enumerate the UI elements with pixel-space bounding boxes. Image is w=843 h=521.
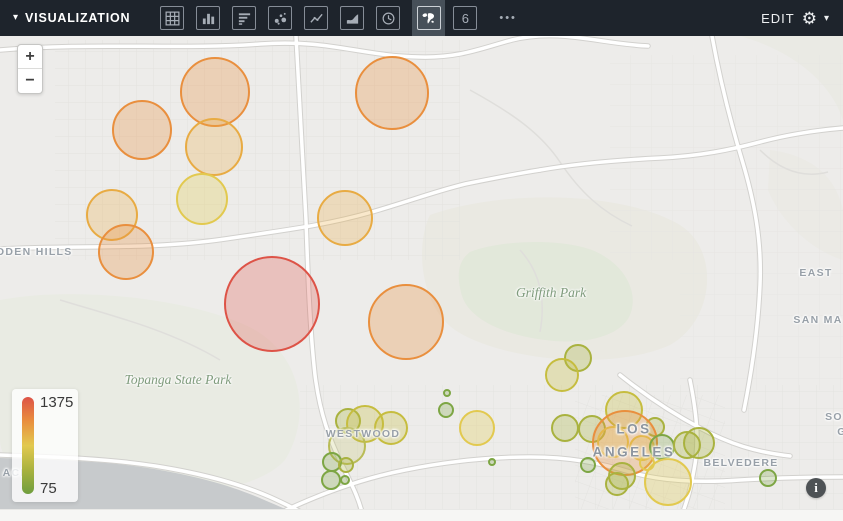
scatter-plot-icon [273,11,288,26]
zoom-control: + − [17,44,43,94]
data-table-icon [165,11,180,26]
map-legend: 1375 75 [12,389,78,502]
clock-icon [381,11,396,26]
chevron-down-icon[interactable]: ▾ [824,13,829,24]
map-bubble[interactable] [341,476,349,484]
map-bubble[interactable] [444,390,450,396]
map-bubble[interactable] [322,471,340,489]
map-tiles [0,36,843,521]
map-bubble[interactable] [99,225,153,279]
visualization-app: ▾ VISUALIZATION [0,0,843,521]
panel-title: VISUALIZATION [25,11,130,25]
viz-type-switcher: 6 ••• [160,0,517,36]
horizontal-bar-chart-button[interactable] [232,6,256,30]
line-chart-icon [309,11,324,26]
numbered-viz-label: 6 [462,11,469,26]
line-chart-button[interactable] [304,6,328,30]
numbered-viz-button[interactable]: 6 [453,6,477,30]
zoom-out-button[interactable]: − [18,69,42,93]
legend-gradient-bar [22,397,34,494]
map-bubble[interactable] [323,453,341,471]
toolbar: ▾ VISUALIZATION [0,0,843,36]
time-series-button[interactable] [376,6,400,30]
map-canvas[interactable]: HIDDEN HILLSACHWESTWOODLOSANGELESBELVEDE… [0,36,843,521]
more-viz-button[interactable]: ••• [499,12,517,24]
map-bubble[interactable] [113,101,171,159]
zoom-in-button[interactable]: + [18,45,42,69]
map-bubble[interactable] [439,403,453,417]
map-bubble[interactable] [181,58,249,126]
map-bubble[interactable] [546,359,578,391]
legend-max-value: 1375 [40,394,73,411]
map-bubble[interactable] [177,174,227,224]
legend-min-value: 75 [40,480,57,497]
visualization-panel-toggle[interactable]: ▾ VISUALIZATION [0,11,130,25]
map-bubble[interactable] [581,458,595,472]
scatter-plot-button[interactable] [268,6,292,30]
map-bubble[interactable] [760,470,776,486]
gear-icon[interactable]: ⚙ [802,10,817,27]
collapse-caret-icon: ▾ [13,13,18,23]
vertical-bar-chart-icon [201,11,216,26]
vertical-bar-chart-button[interactable] [196,6,220,30]
map-bubble[interactable] [225,257,319,351]
tile-map-button-selected[interactable] [412,0,445,36]
edit-button[interactable]: EDIT [761,11,795,26]
area-chart-button[interactable] [340,6,364,30]
horizontal-bar-chart-icon [237,11,252,26]
map-bubble[interactable] [339,458,353,472]
map-bubble[interactable] [356,57,428,129]
map-bubble[interactable] [684,428,714,458]
map-bubble[interactable] [186,119,242,175]
toolbar-right: EDIT ⚙ ▾ [761,10,843,27]
data-table-button[interactable] [160,6,184,30]
tile-map-icon [421,11,436,26]
area-chart-icon [345,11,360,26]
map-bubble[interactable] [375,412,407,444]
map-bubble[interactable] [369,285,443,359]
map-bubble[interactable] [606,473,628,495]
attribution-info-button[interactable]: i [806,478,826,498]
map-bubble[interactable] [645,459,691,505]
map-bubble[interactable] [650,435,674,459]
attribution-strip [0,509,843,521]
map-bubble[interactable] [460,411,494,445]
map-bubble[interactable] [552,415,578,441]
map-bubble[interactable] [489,459,495,465]
map-bubble[interactable] [318,191,372,245]
